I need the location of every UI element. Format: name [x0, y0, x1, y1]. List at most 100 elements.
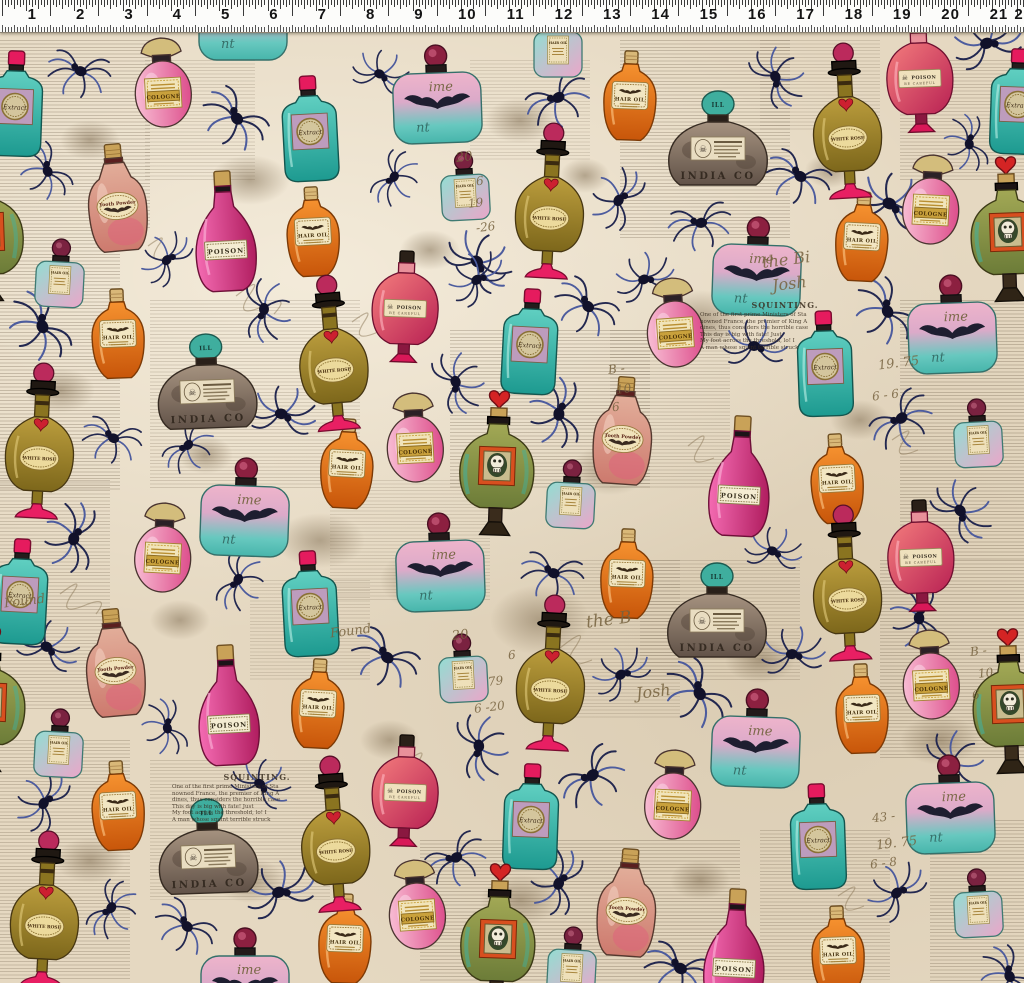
handwriting-scribble: 6 — [971, 688, 980, 703]
ruler-number: 8 — [366, 6, 375, 23]
tooth-powder-bottle — [595, 847, 660, 958]
poison-bottle — [702, 888, 768, 983]
newsprint-line: dines, thus considers the horrible case — [172, 797, 342, 804]
ruler-number: 5 — [221, 6, 230, 23]
bat-wide-bottle — [391, 43, 482, 144]
spider-icon — [137, 695, 189, 760]
ruler-number-partial: 2 — [1014, 6, 1023, 23]
hair-oil-bottle — [600, 528, 655, 619]
spider-icon — [429, 345, 491, 419]
handwriting-scribble: 6 — [507, 648, 516, 663]
white-rose-bottle — [2, 361, 78, 519]
poison-urn-bottle — [370, 250, 440, 363]
newsprint-line: One of the first prime Ministers of Sta — [700, 312, 870, 319]
spider-icon — [82, 875, 147, 947]
pattern-motif-layer: COLOGNE Extract — [0, 0, 1024, 983]
ruler-number: 1 — [28, 6, 37, 23]
bat-wide-bottle — [906, 273, 997, 374]
cologne-bottle — [132, 37, 193, 129]
newsprint-line: dines, thus considers the horrible case — [700, 325, 870, 332]
bat-wide-bottle — [904, 753, 995, 854]
handwriting-scribble: 19 — [467, 195, 484, 211]
ruler-number: 20 — [941, 6, 960, 23]
white-rose-bottle — [292, 272, 373, 432]
tooth-powder-bottle — [83, 142, 150, 254]
spider-icon — [42, 46, 114, 104]
hair-oil-small-bottle — [952, 398, 1003, 468]
handwriting-scribble: 79 — [487, 673, 504, 689]
newsprint-snippet: SQUINTING. One of the first prime Minist… — [172, 772, 342, 824]
cologne-bottle — [386, 858, 448, 951]
spider-icon — [212, 547, 271, 617]
ruler-number: 9 — [414, 6, 423, 23]
hair-oil-small-bottle — [33, 708, 84, 778]
newsprint-line: A man whose squint terrible struck — [700, 345, 870, 352]
newsprint-snippet: SQUINTING. One of the first prime Minist… — [700, 300, 870, 352]
spider-icon — [191, 80, 273, 162]
ruler: 1234567891011121314151617181920212 — [0, 0, 1024, 33]
ruler-number: 18 — [845, 6, 864, 23]
spider-icon — [247, 279, 290, 342]
handwriting-scribble: 6 — [611, 400, 620, 415]
white-rose-bottle — [809, 41, 885, 199]
poison-urn-bottle — [886, 499, 956, 612]
spider-icon — [439, 241, 511, 311]
newsprint-line: One of the first prime Ministers of Sta — [172, 784, 342, 791]
handwriting-scribble: B - — [607, 361, 625, 377]
newsprint-line: This day is big with fate! Just — [700, 332, 870, 339]
ruler-number: 6 — [269, 6, 278, 23]
hair-oil-bottle — [90, 288, 145, 379]
poison-urn-bottle — [885, 20, 955, 133]
poison-bottle — [707, 415, 773, 538]
bat-wide-bottle — [199, 456, 290, 557]
hair-oil-bottle — [810, 905, 865, 983]
ill-jug-bottle — [156, 332, 258, 429]
cologne-bottle — [900, 629, 961, 721]
hair-oil-small-bottle — [34, 238, 85, 308]
handwriting-scribble: 20 — [451, 627, 469, 644]
spider-icon — [760, 625, 827, 673]
handwriting-scribble: 10 — [977, 665, 994, 681]
ruler-number: 14 — [651, 6, 670, 23]
ruler-number: 19 — [893, 6, 912, 23]
hair-oil-small-bottle — [952, 868, 1003, 938]
hair-oil-small-bottle — [545, 459, 596, 529]
spider-icon — [553, 740, 636, 821]
extract-bottle — [989, 48, 1024, 155]
hair-oil-bottle — [285, 186, 342, 278]
newsprint-line: nowned France, the premier of King A — [700, 319, 870, 326]
extract-bottle — [500, 288, 559, 396]
hair-oil-bottle — [90, 760, 147, 852]
handwriting-scribble: -26 — [475, 219, 496, 235]
poison-bottle — [192, 170, 258, 293]
bat-wide-bottle — [710, 687, 801, 788]
hair-oil-bottle — [290, 658, 347, 750]
ruler-number: 3 — [124, 6, 133, 23]
handwriting-scribble: 20 — [455, 149, 473, 166]
cologne-bottle — [643, 749, 704, 841]
ruler-number: 13 — [603, 6, 622, 23]
skull-urn-bottle — [0, 626, 28, 773]
ill-jug-bottle — [669, 91, 768, 185]
bat-wide-bottle — [201, 928, 289, 983]
newsprint-line: My foot across the threshold, lo! I — [172, 810, 342, 817]
newsprint-line: This day is big with fate! Just — [172, 804, 342, 811]
ruler-number: 12 — [555, 6, 574, 23]
spider-icon — [366, 146, 428, 214]
hair-oil-small-bottle — [437, 633, 488, 703]
handwriting-scribble: 43 - — [871, 809, 896, 826]
ruler-number: 10 — [458, 6, 477, 23]
fabric-swatch-photo: SQUINTING. One of the first prime Minist… — [0, 0, 1024, 983]
extract-bottle — [0, 50, 44, 157]
poison-urn-bottle — [370, 734, 440, 847]
cologne-bottle — [384, 392, 445, 484]
white-rose-bottle — [513, 593, 589, 751]
handwriting-scribble: B - — [969, 643, 987, 659]
poison-bottle — [195, 644, 261, 767]
handwriting-scribble: 6 — [475, 174, 484, 189]
ill-jug-bottle — [668, 563, 767, 657]
cologne-bottle — [644, 276, 706, 369]
spider-icon — [145, 892, 221, 965]
spider-icon — [971, 939, 1024, 983]
cologne-bottle — [901, 154, 962, 246]
